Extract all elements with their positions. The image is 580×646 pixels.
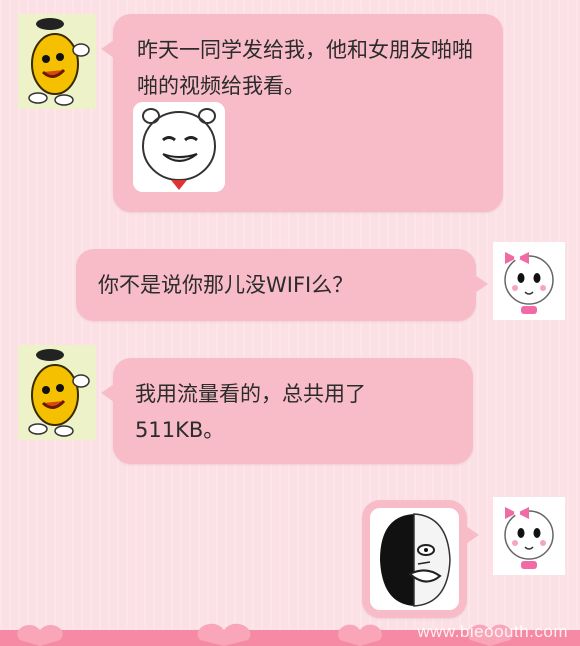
message-bubble-2[interactable]: 你不是说你那儿没WIFI么？ bbox=[76, 249, 488, 321]
avatar-yellow-bean[interactable] bbox=[18, 345, 96, 440]
watermark: www.bieoouth.com bbox=[417, 622, 568, 641]
message-text-2: 你不是说你那儿没WIFI么？ bbox=[98, 273, 354, 297]
avatar-pink-bow-girl[interactable] bbox=[493, 497, 565, 575]
chat-view: 昨天一同学发给我，他和女朋友啪啪啪的视频给我看。 你不是说你那儿没WIFI么？ … bbox=[0, 0, 580, 646]
message-bubble-1[interactable]: 昨天一同学发给我，他和女朋友啪啪啪的视频给我看。 bbox=[101, 14, 503, 212]
half-black-meme-sticker[interactable] bbox=[370, 508, 459, 610]
avatar-yellow-bean[interactable] bbox=[18, 14, 96, 109]
message-text-1: 昨天一同学发给我，他和女朋友啪啪啪的视频给我看。 bbox=[137, 38, 473, 98]
message-bubble-3[interactable]: 我用流量看的，总共用了511KB。 bbox=[101, 358, 473, 464]
avatar-pink-bow-girl[interactable] bbox=[493, 242, 565, 320]
grinning-panda-sticker[interactable] bbox=[133, 102, 225, 192]
message-text-3: 我用流量看的，总共用了511KB。 bbox=[135, 382, 366, 442]
